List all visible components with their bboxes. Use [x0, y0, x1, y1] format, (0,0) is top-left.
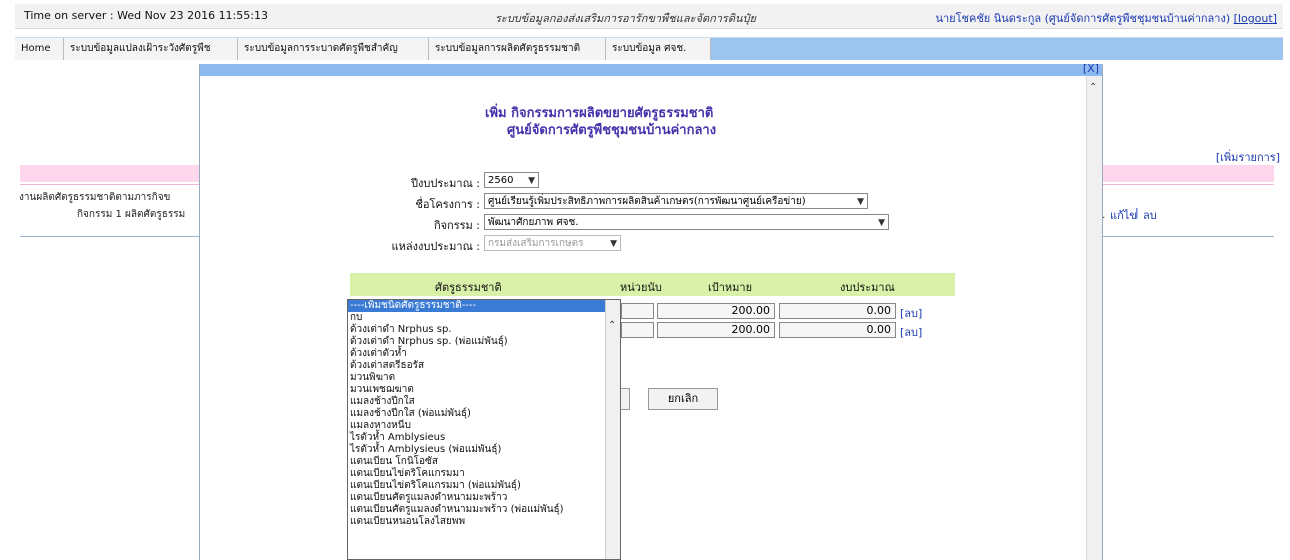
- budget-input[interactable]: 0.00: [779, 303, 896, 319]
- modal-header: [200, 64, 1102, 76]
- project-select[interactable]: ศูนย์เรียนรู้เพิ่มประสิทธิภาพการผลิตสินค…: [484, 193, 868, 209]
- dropdown-option[interactable]: ไรตัวห้ำ Amblysieus (พ่อแม่พันธุ์): [348, 444, 620, 456]
- chevron-down-icon: ▼: [610, 239, 617, 249]
- cancel-button[interactable]: ยกเลิก: [648, 388, 718, 410]
- delete-row-link[interactable]: [ลบ]: [900, 323, 922, 341]
- target-input[interactable]: 200.00: [657, 303, 775, 319]
- scroll-up-icon[interactable]: ⌃: [1089, 82, 1097, 93]
- edit-link[interactable]: แก้ไข: [1110, 206, 1137, 224]
- dropdown-option[interactable]: แตนเบียน โกนิโอซัส: [348, 456, 620, 468]
- budget-source-label: แหล่งงบประมาณ :: [391, 240, 480, 253]
- chevron-down-icon: ▼: [528, 176, 535, 186]
- activity-label: กิจกรรม :: [433, 219, 480, 232]
- user-info: นายโชคชัย นินดระกูล (ศูนย์จัดการศัตรูพืช…: [935, 9, 1277, 27]
- unit-input[interactable]: [621, 322, 654, 338]
- add-activity-modal: [X] ⌃ เพิ่ม กิจกรรมการผลิตขยายศัตรูธรรมช…: [199, 62, 1103, 560]
- budget-source-value: กรมส่งเสริมการเกษตร: [488, 238, 584, 249]
- user-name: นายโชคชัย นินดระกูล: [935, 12, 1042, 25]
- unit-input[interactable]: [621, 303, 654, 319]
- budget-source-select: กรมส่งเสริมการเกษตร ▼: [484, 235, 621, 251]
- project-label: ชื่อโครงการ :: [415, 198, 480, 211]
- modal-scrollbar[interactable]: ⌃: [1086, 76, 1102, 560]
- row-main-label: งานผลิตศัตรูธรรมชาติตามภารกิจข: [19, 192, 171, 203]
- form-subtitle: ศูนย์จัดการศัตรูพืชชุมชนบ้านค่ากลาง: [507, 123, 717, 138]
- close-button[interactable]: [X]: [1083, 62, 1099, 75]
- dropdown-option[interactable]: แมลงหางหนีบ: [348, 420, 620, 432]
- budget-year-label: ปีงบประมาณ :: [411, 177, 480, 190]
- activity-value: พัฒนาศักยภาพ ศจช.: [488, 217, 579, 228]
- server-time: Time on server : Wed Nov 23 2016 11:55:1…: [24, 9, 268, 22]
- menu-item-home[interactable]: Home: [15, 38, 64, 60]
- dropdown-option[interactable]: ----เพิ่มชนิดศัตรูธรรมชาติ----: [348, 300, 620, 312]
- column-unit: หน่วยนับ: [620, 281, 662, 294]
- chevron-down-icon: ▼: [857, 197, 864, 207]
- activity-select[interactable]: พัฒนาศักยภาพ ศจช. ▼: [484, 214, 889, 230]
- menu-item-community-center[interactable]: ระบบข้อมูล ศจช.: [606, 38, 711, 60]
- dropdown-option[interactable]: ไรตัวห้ำ Amblysieus: [348, 432, 620, 444]
- dropdown-option[interactable]: แตนเบียนศัตรูแมลงดำหนามมะพร้าว (พ่อแม่พั…: [348, 504, 620, 516]
- table-header: ศัตรูธรรมชาติ หน่วยนับ เป้าหมาย งบประมาณ: [350, 273, 955, 296]
- dropdown-option[interactable]: แตนเบียนศัตรูแมลงดำหนามมะพร้าว: [348, 492, 620, 504]
- menu-item-natural-enemy-production[interactable]: ระบบข้อมูลการผลิตศัตรูธรรมชาติ: [429, 38, 606, 60]
- dropdown-option[interactable]: ด้วงเต่าดำ Nrphus sp.: [348, 324, 620, 336]
- column-natural-enemy: ศัตรูธรรมชาติ: [435, 281, 502, 294]
- add-item-link[interactable]: [เพิ่มรายการ]: [1216, 148, 1280, 166]
- dropdown-option[interactable]: แตนเบียนหนอนโลงไสยพพ: [348, 516, 620, 528]
- dropdown-scrollbar[interactable]: ⌃: [605, 300, 620, 559]
- budget-input[interactable]: 0.00: [779, 322, 896, 338]
- chevron-down-icon: ▼: [878, 218, 885, 228]
- column-target: เป้าหมาย: [708, 281, 753, 294]
- dropdown-option[interactable]: ด้วงเต่าดำ Nrphus sp. (พ่อแม่พันธุ์): [348, 336, 620, 348]
- project-value: ศูนย์เรียนรู้เพิ่มประสิทธิภาพการผลิตสินค…: [488, 196, 806, 207]
- link-separator: |: [1135, 206, 1139, 219]
- target-input[interactable]: 200.00: [657, 322, 775, 338]
- delete-row-link[interactable]: [ลบ]: [900, 304, 922, 322]
- main-menu: Home ระบบข้อมูลแปลงเฝ้าระวังศัตรูพืช ระบ…: [15, 37, 1283, 60]
- menu-item-outbreak[interactable]: ระบบข้อมูลการระบาดศัตรูพืชสำคัญ: [238, 38, 429, 60]
- budget-year-select[interactable]: 2560 ▼: [484, 172, 539, 188]
- delete-link[interactable]: ลบ: [1143, 206, 1157, 224]
- dropdown-option[interactable]: ด้วงเต่าตัวห้ำ: [348, 348, 620, 360]
- top-bar: Time on server : Wed Nov 23 2016 11:55:1…: [15, 4, 1283, 29]
- dropdown-option[interactable]: แมลงช้างปีกใส (พ่อแม่พันธุ์): [348, 408, 620, 420]
- menu-item-surveillance[interactable]: ระบบข้อมูลแปลงเฝ้าระวังศัตรูพืช: [64, 38, 238, 60]
- dropdown-option[interactable]: แตนเบียนไข่ตริโคแกรมมา: [348, 468, 620, 480]
- column-budget: งบประมาณ: [840, 281, 895, 294]
- dropdown-option[interactable]: แมลงช้างปีกใส: [348, 396, 620, 408]
- dropdown-option[interactable]: มวนพิฆาต: [348, 372, 620, 384]
- dropdown-option[interactable]: กบ: [348, 312, 620, 324]
- row-sub-label: กิจกรรม 1 ผลิตศัตรูธรรม: [77, 209, 186, 220]
- user-center: (ศูนย์จัดการศัตรูพืชชุมชนบ้านค่ากลาง): [1044, 12, 1231, 25]
- logout-link[interactable]: [logout]: [1234, 12, 1277, 25]
- natural-enemy-dropdown[interactable]: ----เพิ่มชนิดศัตรูธรรมชาติ---- กบ ด้วงเต่า…: [347, 299, 621, 560]
- system-title: ระบบข้อมูลกองส่งเสริมการอารักขาพืชและจัด…: [495, 12, 756, 25]
- scroll-up-icon[interactable]: ⌃: [608, 320, 616, 331]
- dropdown-option[interactable]: แตนเบียนไข่ตริโคแกรมมา (พ่อแม่พันธุ์): [348, 480, 620, 492]
- dropdown-option[interactable]: มวนเพชฌฆาต: [348, 384, 620, 396]
- dropdown-option[interactable]: ด้วงเต่าสตรีธอรัส: [348, 360, 620, 372]
- budget-year-value: 2560: [488, 175, 514, 186]
